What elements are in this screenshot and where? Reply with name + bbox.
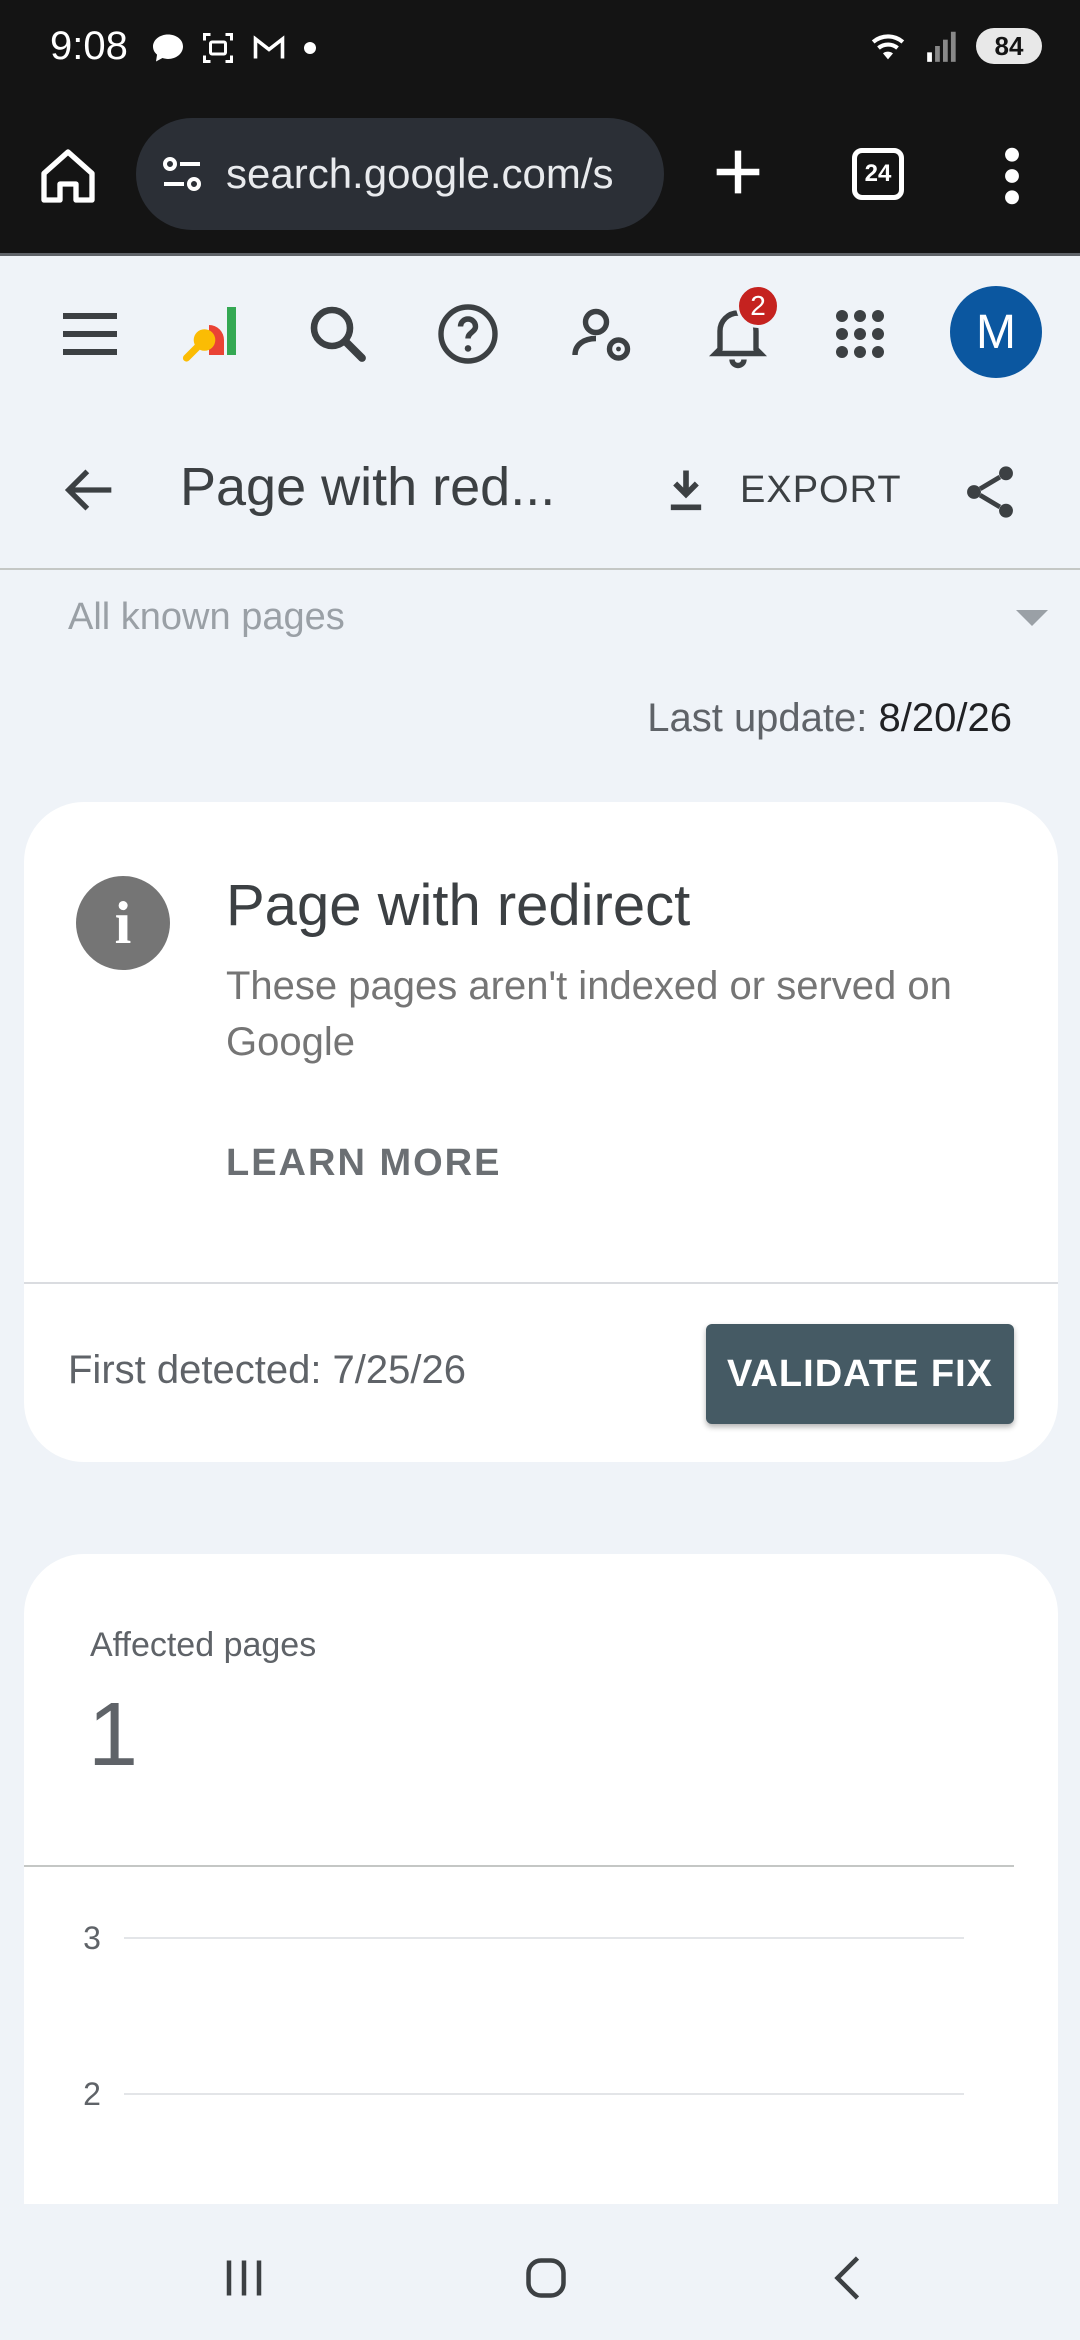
site-settings-icon[interactable] (158, 150, 206, 198)
new-tab-icon[interactable] (706, 140, 770, 204)
affected-pages-label: Affected pages (90, 1626, 317, 1664)
cellular-signal-icon (927, 31, 956, 62)
back-arrow-icon[interactable] (58, 458, 122, 522)
status-time: 9:08 (50, 24, 128, 68)
status-notification-icons (150, 30, 318, 66)
account-avatar[interactable]: M (950, 286, 1042, 378)
affected-pages-value: 1 (88, 1685, 139, 1785)
affected-pages-card: Affected pages 1 3 2 (24, 1554, 1058, 2314)
back-nav-icon[interactable] (820, 2248, 880, 2308)
page-filter-dropdown[interactable]: All known pages (68, 596, 1048, 646)
dot-icon (304, 42, 316, 54)
hamburger-menu-icon[interactable] (54, 298, 126, 370)
user-settings-icon[interactable] (566, 298, 638, 370)
help-icon[interactable] (432, 298, 504, 370)
status-system-icons: 84 (866, 26, 1042, 66)
export-button[interactable]: EXPORT (660, 458, 902, 522)
report-title-bar: Page with red... EXPORT (0, 412, 1080, 570)
learn-more-link[interactable]: LEARN MORE (226, 1142, 501, 1185)
chat-bubble-icon (153, 34, 183, 62)
home-icon[interactable] (36, 144, 100, 208)
share-icon[interactable] (958, 460, 1022, 524)
notification-badge: 2 (736, 284, 780, 328)
last-update: Last update: 8/20/26 (647, 696, 1012, 741)
info-icon: i (76, 876, 170, 970)
search-console-logo[interactable] (176, 298, 248, 370)
url-text: search.google.com/s (226, 150, 614, 197)
export-label: EXPORT (740, 468, 902, 511)
download-icon (670, 470, 702, 511)
wifi-icon (871, 34, 905, 60)
search-icon[interactable] (302, 298, 374, 370)
first-detected: First detected: 7/25/26 (68, 1348, 467, 1392)
gmail-icon (253, 35, 285, 59)
y-tick-label-1: 2 (83, 2076, 101, 2112)
issue-card: i Page with redirect These pages aren't … (24, 802, 1058, 1462)
tab-switcher-button[interactable]: 24 (852, 148, 904, 200)
dropdown-arrow-icon (1016, 610, 1048, 626)
page-title: Page with red... (180, 457, 556, 517)
apps-grid-icon[interactable] (824, 298, 896, 370)
card-divider (24, 1282, 1058, 1284)
last-update-value: 8/20/26 (878, 696, 1012, 740)
issue-description: These pages aren't indexed or served on … (226, 964, 952, 1064)
y-tick-label-0: 3 (83, 1920, 101, 1956)
status-bar: 9:08 84 (0, 0, 1080, 100)
address-bar[interactable]: search.google.com/s (136, 118, 664, 230)
app-header: 2 M (0, 256, 1080, 412)
more-options-icon[interactable] (996, 144, 1028, 208)
filter-label: All known pages (68, 596, 345, 638)
browser-toolbar: search.google.com/s 24 (0, 100, 1080, 256)
issue-title: Page with redirect (226, 873, 691, 938)
battery-indicator: 84 (976, 28, 1042, 64)
validate-fix-button[interactable]: VALIDATE FIX (706, 1324, 1014, 1424)
screenshot-icon (203, 33, 233, 63)
recent-apps-icon[interactable] (214, 2248, 274, 2308)
last-update-label: Last update: (647, 696, 868, 740)
system-navigation-bar (0, 2204, 1080, 2340)
home-nav-icon[interactable] (516, 2248, 576, 2308)
